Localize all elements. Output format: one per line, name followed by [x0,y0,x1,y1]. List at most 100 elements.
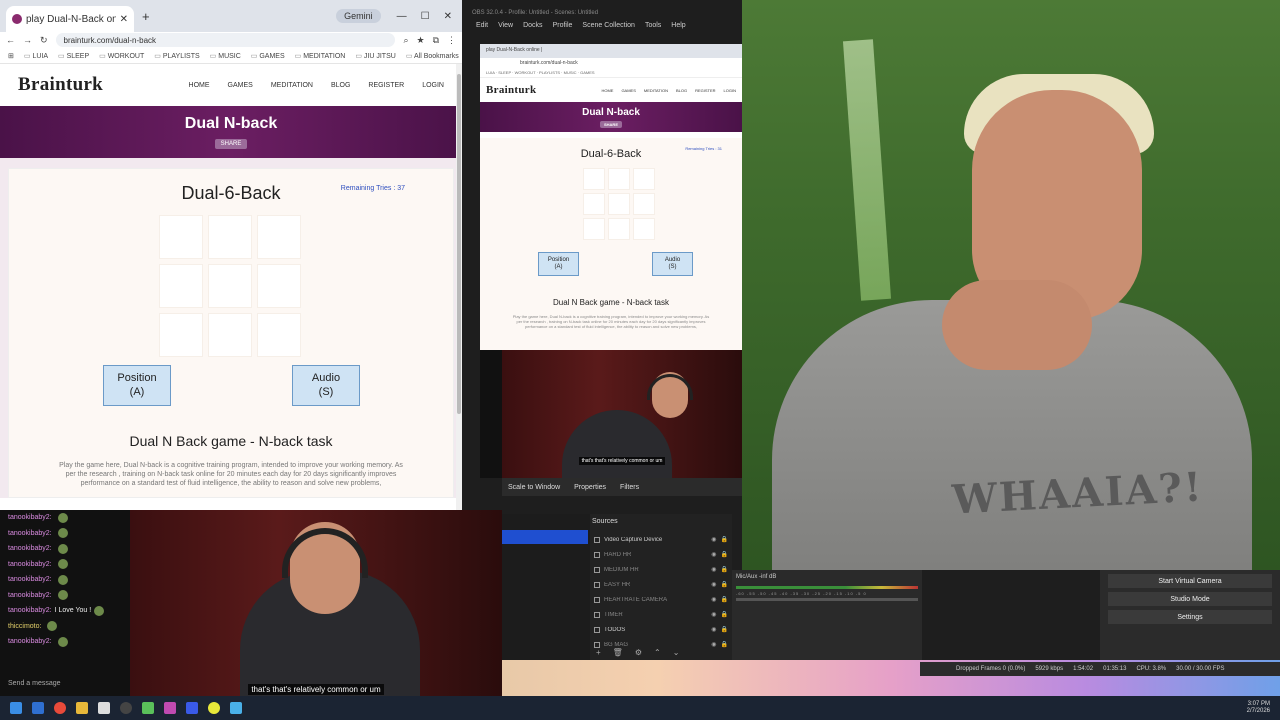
lock-icon[interactable]: 🔒 [721,611,728,618]
bookmark-item[interactable]: JIU JITSU [355,52,396,60]
notepad-icon[interactable] [98,702,110,714]
browser-tab[interactable]: play Dual-N-Back online | ✕ [6,6,134,32]
menu-scene-collection[interactable]: Scene Collection [582,22,635,29]
url-input[interactable]: brainturk.com/dual-n-back [55,33,396,47]
reload-icon[interactable]: ↻ [40,35,48,46]
move-up-icon[interactable]: ⌃ [654,648,661,657]
chat-username[interactable]: tanookibaby2: [8,607,52,614]
chat-input[interactable]: Send a message [8,676,124,690]
chat-username[interactable]: tanookibaby2: [8,514,52,521]
bookmark-item[interactable]: SLEEP [58,52,90,60]
zoom-icon[interactable]: ⌕ [403,35,408,46]
visibility-eye-icon[interactable]: ◉ [711,581,716,588]
back-icon[interactable]: ← [6,35,15,45]
add-source-icon[interactable]: + [596,648,601,657]
nav-home[interactable]: HOME [189,82,210,89]
file-explorer-icon[interactable] [76,702,88,714]
nav-login[interactable]: LOGIN [422,82,444,89]
apps-grid-icon[interactable]: ⊞ [8,52,14,60]
chat-username[interactable]: tanookibaby2: [8,561,52,568]
lock-icon[interactable]: 🔒 [721,626,728,633]
menu-dots-icon[interactable]: ⋮ [447,35,456,46]
app-icon[interactable] [230,702,242,714]
obs-icon[interactable] [120,702,132,714]
forward-icon[interactable]: → [23,35,32,45]
lock-icon[interactable]: 🔒 [721,581,728,588]
menu-tools[interactable]: Tools [645,22,661,29]
lock-icon[interactable]: 🔒 [721,536,728,543]
app-icon[interactable] [208,702,220,714]
new-tab-icon[interactable]: + [142,9,150,24]
start-virtual-camera-button[interactable]: Start Virtual Camera [1108,574,1272,588]
menu-profile[interactable]: Profile [553,22,573,29]
chat-username[interactable]: thiccimoto: [8,623,41,630]
visibility-eye-icon[interactable]: ◉ [711,626,716,633]
filters-button[interactable]: Filters [620,484,639,491]
bookmark-item[interactable]: GAMES [251,52,284,60]
gemini-button[interactable]: Gemini [336,9,381,23]
scale-to-window[interactable]: Scale to Window [508,484,560,491]
source-item[interactable]: HEARTRATE CAMERA ◉ 🔒 [594,592,728,607]
bookmark-item[interactable]: MUSIC [210,52,241,60]
lock-icon[interactable]: 🔒 [721,596,728,603]
menu-docks[interactable]: Docks [523,22,542,29]
bookmark-star-icon[interactable]: ★ [416,35,424,46]
start-menu-icon[interactable] [10,702,22,714]
visibility-eye-icon[interactable]: ◉ [711,536,716,543]
chat-username[interactable]: tanookibaby2: [8,576,52,583]
visibility-eye-icon[interactable]: ◉ [711,551,716,558]
nav-meditation[interactable]: MEDITATION [271,82,313,89]
chat-username[interactable]: tanookibaby2: [8,592,52,599]
nav-register[interactable]: REGISTER [368,82,404,89]
search-icon[interactable] [32,702,44,714]
volume-slider[interactable] [736,598,918,601]
chat-username[interactable]: tanookibaby2: [8,530,52,537]
app-icon[interactable] [164,702,176,714]
minimize-icon[interactable]: — [397,11,407,22]
close-tab-icon[interactable]: ✕ [120,14,128,25]
menu-help[interactable]: Help [671,22,685,29]
share-button[interactable]: SHARE [214,139,248,149]
remove-source-icon[interactable]: 🗑 [613,648,623,657]
selected-scene[interactable] [502,530,588,544]
page-scrollbar[interactable] [456,64,462,510]
bookmark-item[interactable]: LUIA [24,52,48,60]
audio-button[interactable]: Audio (S) [292,365,360,406]
lock-icon[interactable]: 🔒 [721,551,728,558]
maximize-icon[interactable]: ☐ [421,11,430,22]
chrome-icon[interactable] [54,702,66,714]
properties-button[interactable]: Properties [574,484,606,491]
move-down-icon[interactable]: ⌄ [673,648,680,657]
source-item[interactable]: MEDIUM HR ◉ 🔒 [594,562,728,577]
all-bookmarks[interactable]: All Bookmarks [406,52,459,60]
bookmark-item[interactable]: WORKOUT [99,52,145,60]
source-item[interactable]: EASY HR ◉ 🔒 [594,577,728,592]
source-item[interactable]: Video Capture Device ◉ 🔒 [594,532,728,547]
menu-view[interactable]: View [498,22,513,29]
visibility-eye-icon[interactable]: ◉ [711,611,716,618]
studio-mode-button[interactable]: Studio Mode [1108,592,1272,606]
source-item[interactable]: HARD HR ◉ 🔒 [594,547,728,562]
system-clock[interactable]: 3:07 PM 2/7/2026 [1247,701,1270,715]
chat-username[interactable]: tanookibaby2: [8,638,52,645]
site-header: Brainturk HOME GAMES MEDITATION BLOG REG… [0,64,462,106]
settings-button[interactable]: Settings [1108,610,1272,624]
menu-edit[interactable]: Edit [476,22,488,29]
source-item[interactable]: TODOS ◉ 🔒 [594,622,728,637]
nav-games[interactable]: GAMES [228,82,253,89]
lock-icon[interactable]: 🔒 [721,566,728,573]
visibility-eye-icon[interactable]: ◉ [711,596,716,603]
source-item[interactable]: TIMER ◉ 🔒 [594,607,728,622]
nav-blog[interactable]: BLOG [331,82,350,89]
bookmark-item[interactable]: PLAYLISTS [154,52,200,60]
photoshop-icon[interactable] [186,702,198,714]
chat-username[interactable]: tanookibaby2: [8,545,52,552]
bookmark-item[interactable]: MEDITATION [295,52,345,60]
source-settings-icon[interactable]: ⚙ [635,648,642,657]
app-icon[interactable] [142,702,154,714]
visibility-eye-icon[interactable]: ◉ [711,566,716,573]
extensions-icon[interactable]: ⧉ [433,35,439,46]
close-window-icon[interactable]: ✕ [444,11,452,22]
position-button[interactable]: Position (A) [103,365,171,406]
site-logo[interactable]: Brainturk [18,74,103,96]
